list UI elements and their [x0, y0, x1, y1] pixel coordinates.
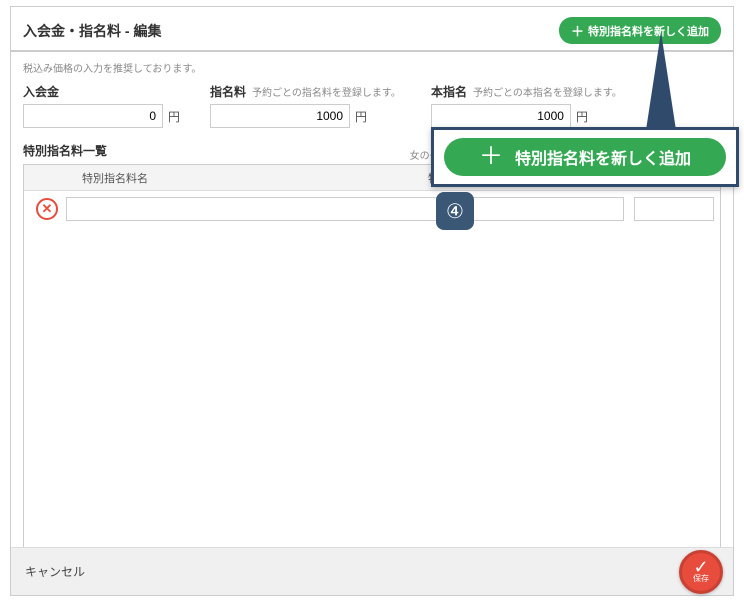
real-nomination-fee-hint: 予約ごとの本指名を登録します。: [473, 84, 622, 99]
special-fee-list: 特別指名料名 特別指名料 ✕: [23, 164, 721, 547]
callout-tooltip: ＋ 特別指名料を新しく追加: [431, 127, 739, 187]
row-fee-input[interactable]: [634, 197, 714, 221]
step-badge: ④: [436, 192, 474, 230]
real-nomination-fee-unit: 円: [576, 108, 588, 125]
cancel-button[interactable]: キャンセル: [25, 563, 85, 580]
tax-hint: 税込み価格の入力を推奨しております。: [23, 60, 721, 75]
col-name: 特別指名料名: [64, 170, 420, 186]
callout-add-button[interactable]: ＋ 特別指名料を新しく追加: [444, 138, 726, 176]
entry-fee-label: 入会金: [23, 83, 59, 100]
nomination-fee-hint: 予約ごとの指名料を登録します。: [252, 84, 401, 99]
nomination-fee-unit: 円: [355, 108, 367, 125]
real-nomination-fee-input[interactable]: [431, 104, 571, 128]
entry-fee-input[interactable]: [23, 104, 163, 128]
nomination-fee-label: 指名料: [210, 83, 246, 100]
row-name-input[interactable]: [66, 197, 624, 221]
callout-add-label: 特別指名料を新しく追加: [515, 145, 691, 169]
add-special-fee-button[interactable]: ＋ 特別指名料を新しく追加: [559, 17, 721, 44]
delete-row-button[interactable]: ✕: [36, 198, 58, 220]
save-label: 保存: [693, 573, 709, 584]
footer: キャンセル ✓ 保存: [11, 547, 733, 595]
real-nomination-fee-field: 本指名 予約ごとの本指名を登録します。 円: [431, 83, 622, 128]
close-icon: ✕: [42, 201, 53, 217]
entry-fee-unit: 円: [168, 108, 180, 125]
real-nomination-fee-label: 本指名: [431, 83, 467, 100]
table-row: ✕: [24, 191, 720, 227]
dialog-panel: 入会金・指名料 - 編集 ＋ 特別指名料を新しく追加 税込み価格の入力を推奨して…: [10, 6, 734, 596]
fee-fields: 入会金 円 指名料 予約ごとの指名料を登録します。 円: [23, 83, 721, 128]
page-title: 入会金・指名料 - 編集: [23, 21, 161, 41]
save-button[interactable]: ✓ 保存: [679, 550, 723, 594]
plus-icon: ＋: [571, 21, 584, 40]
nomination-fee-field: 指名料 予約ごとの指名料を登録します。 円: [210, 83, 401, 128]
entry-fee-field: 入会金 円: [23, 83, 180, 128]
header: 入会金・指名料 - 編集 ＋ 特別指名料を新しく追加: [11, 7, 733, 52]
nomination-fee-input[interactable]: [210, 104, 350, 128]
